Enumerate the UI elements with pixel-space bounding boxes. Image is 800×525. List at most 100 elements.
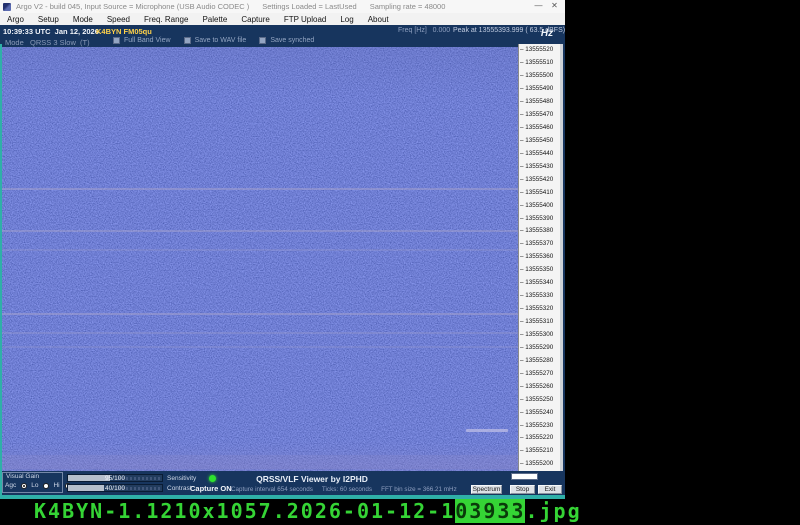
capture-status: Capture ON [190,484,232,493]
frequency-tick: – 13555450 [519,138,560,144]
sensitivity-label: Sensitivity [167,475,196,482]
menu-item-setup[interactable]: Setup [31,15,66,24]
app-subtitle: QRSS/VLF Viewer by I2PHD [232,474,392,484]
frequency-tick: – 13555250 [519,397,560,403]
waterfall-display[interactable] [2,47,518,471]
output-filename: K4BYN-1.1210x1057.2026-01-12-103933.jpg [34,499,582,523]
frequency-tick: – 13555480 [519,99,560,105]
stop-button[interactable]: Stop [510,485,535,494]
frequency-tick: – 13555390 [519,216,560,222]
frequency-tick: – 13555410 [519,190,560,196]
checkbox-save-to-wav-file[interactable]: Save to WAV file [184,37,247,44]
capture-led-indicator [209,475,216,482]
close-icon[interactable]: ✕ [547,0,562,12]
settings-status: Settings Loaded = LastUsed [262,2,356,11]
frequency-tick: – 13555440 [519,151,560,157]
title-bar[interactable]: Argo V2 - build 045, Input Source = Micr… [0,0,565,13]
frequency-tick: – 13555520 [519,47,560,53]
checkbox-save-synched[interactable]: Save synched [259,37,314,44]
lo-radio[interactable] [43,483,49,489]
window-left-border [0,44,2,495]
menu-item-mode[interactable]: Mode [66,15,100,24]
frequency-tick: – 13555320 [519,306,560,312]
cursor-frequency: Freq [Hz] 0.000 [398,27,450,34]
menu-item-speed[interactable]: Speed [100,15,137,24]
control-bar: Visual Gain Agc Lo Hi 95/100 40/100 Sens… [0,471,565,495]
frequency-tick: – 13555260 [519,384,560,390]
frequency-tick: – 13555210 [519,448,560,454]
contrast-label: Contrast [167,485,192,492]
checkbox-label: Save to WAV file [195,37,247,44]
minimize-icon[interactable]: — [531,0,546,12]
contrast-value: 40/100 [68,485,162,491]
checkbox-full-band-view[interactable]: Full Band View [113,37,171,44]
desktop-background: Argo V2 - build 045, Input Source = Micr… [0,0,800,525]
frequency-scale: – 13555520 – 13555510 – 13555500 – 13555490… [518,44,563,471]
spectrum-button[interactable]: Spectrum [471,485,502,494]
utc-clock: 10:39:33 UTC Jan 12, 2026 [3,27,99,36]
agc-radio[interactable] [21,483,27,489]
waterfall-noise [2,47,518,471]
value-input[interactable] [511,473,538,480]
menu-item-capture[interactable]: Capture [234,15,276,24]
agc-radio-label: Agc [5,482,16,489]
frequency-tick: – 13555340 [519,280,560,286]
window-title: Argo V2 - build 045, Input Source = Micr… [16,2,249,11]
lo-radio-label: Lo [31,482,38,489]
frequency-tick: – 13555510 [519,60,560,66]
fft-bin-size: FFT bin size = 366.21 mHz [381,486,457,493]
scale-unit-label: Hz [536,28,558,39]
menu-item-about[interactable]: About [361,15,396,24]
callsign-grid: K4BYN FM05qu [96,27,152,36]
frequency-tick: – 13555230 [519,423,560,429]
mode-readout: Mode QRSS 3 Slow (T) [5,38,90,47]
frequency-tick: – 13555220 [519,435,560,441]
sensitivity-slider[interactable]: 95/100 [67,474,163,482]
visual-gain-group: Visual Gain Agc Lo Hi [2,472,63,493]
frequency-tick: – 13555470 [519,112,560,118]
frequency-tick: – 13555460 [519,125,560,131]
app-icon [3,3,11,11]
frequency-tick: – 13555330 [519,293,560,299]
frequency-tick: – 13555300 [519,332,560,338]
frequency-tick: – 13555360 [519,254,560,260]
filename-suffix: .jpg [525,499,581,523]
frequency-tick: – 13555500 [519,73,560,79]
menu-item-argo[interactable]: Argo [0,15,31,24]
filename-prefix: K4BYN-1.1210x1057.2026-01-12-1 [34,499,455,523]
menu-item-palette[interactable]: Palette [195,15,234,24]
option-checkboxes: Full Band View Save to WAV file Save synch… [113,37,314,44]
capture-stats: Capture interval 654 seconds Ticks: 60 s… [231,486,431,493]
frequency-tick: – 13555400 [519,203,560,209]
checkbox-label: Full Band View [124,37,171,44]
frequency-tick: – 13555270 [519,371,560,377]
menu-item-ftp-upload[interactable]: FTP Upload [277,15,334,24]
ticks-setting: Ticks: 60 seconds [322,486,372,493]
status-bar: 10:39:33 UTC Jan 12, 2026 K4BYN FM05qu F… [0,25,565,36]
contrast-slider[interactable]: 40/100 [67,484,163,492]
sensitivity-value: 95/100 [68,475,162,481]
capture-interval: Capture interval 654 seconds [231,486,313,493]
frequency-tick: – 13555350 [519,267,560,273]
frequency-tick: – 13555200 [519,461,560,467]
visual-gain-label: Visual Gain [6,473,39,480]
frequency-tick: – 13555490 [519,86,560,92]
frequency-tick: – 13555420 [519,177,560,183]
hi-radio-label: Hi [53,482,59,489]
mode-bar: Mode QRSS 3 Slow (T) Full Band View Save … [0,36,565,47]
exit-button[interactable]: Exit [538,485,562,494]
frequency-tick: – 13555280 [519,358,560,364]
checkbox-icon[interactable] [184,37,191,44]
frequency-tick: – 13555310 [519,319,560,325]
frequency-tick: – 13555240 [519,410,560,416]
menu-item-log[interactable]: Log [333,15,360,24]
menu-item-freq-range[interactable]: Freq. Range [137,15,195,24]
checkbox-icon[interactable] [259,37,266,44]
frequency-tick: – 13555430 [519,164,560,170]
visual-gain-radios: Agc Lo Hi [5,482,71,489]
checkbox-label: Save synched [270,37,314,44]
frequency-tick: – 13555370 [519,241,560,247]
checkbox-icon[interactable] [113,37,120,44]
sampling-rate-status: Sampling rate = 48000 [370,2,446,11]
argo-window: Argo V2 - build 045, Input Source = Micr… [0,0,565,499]
